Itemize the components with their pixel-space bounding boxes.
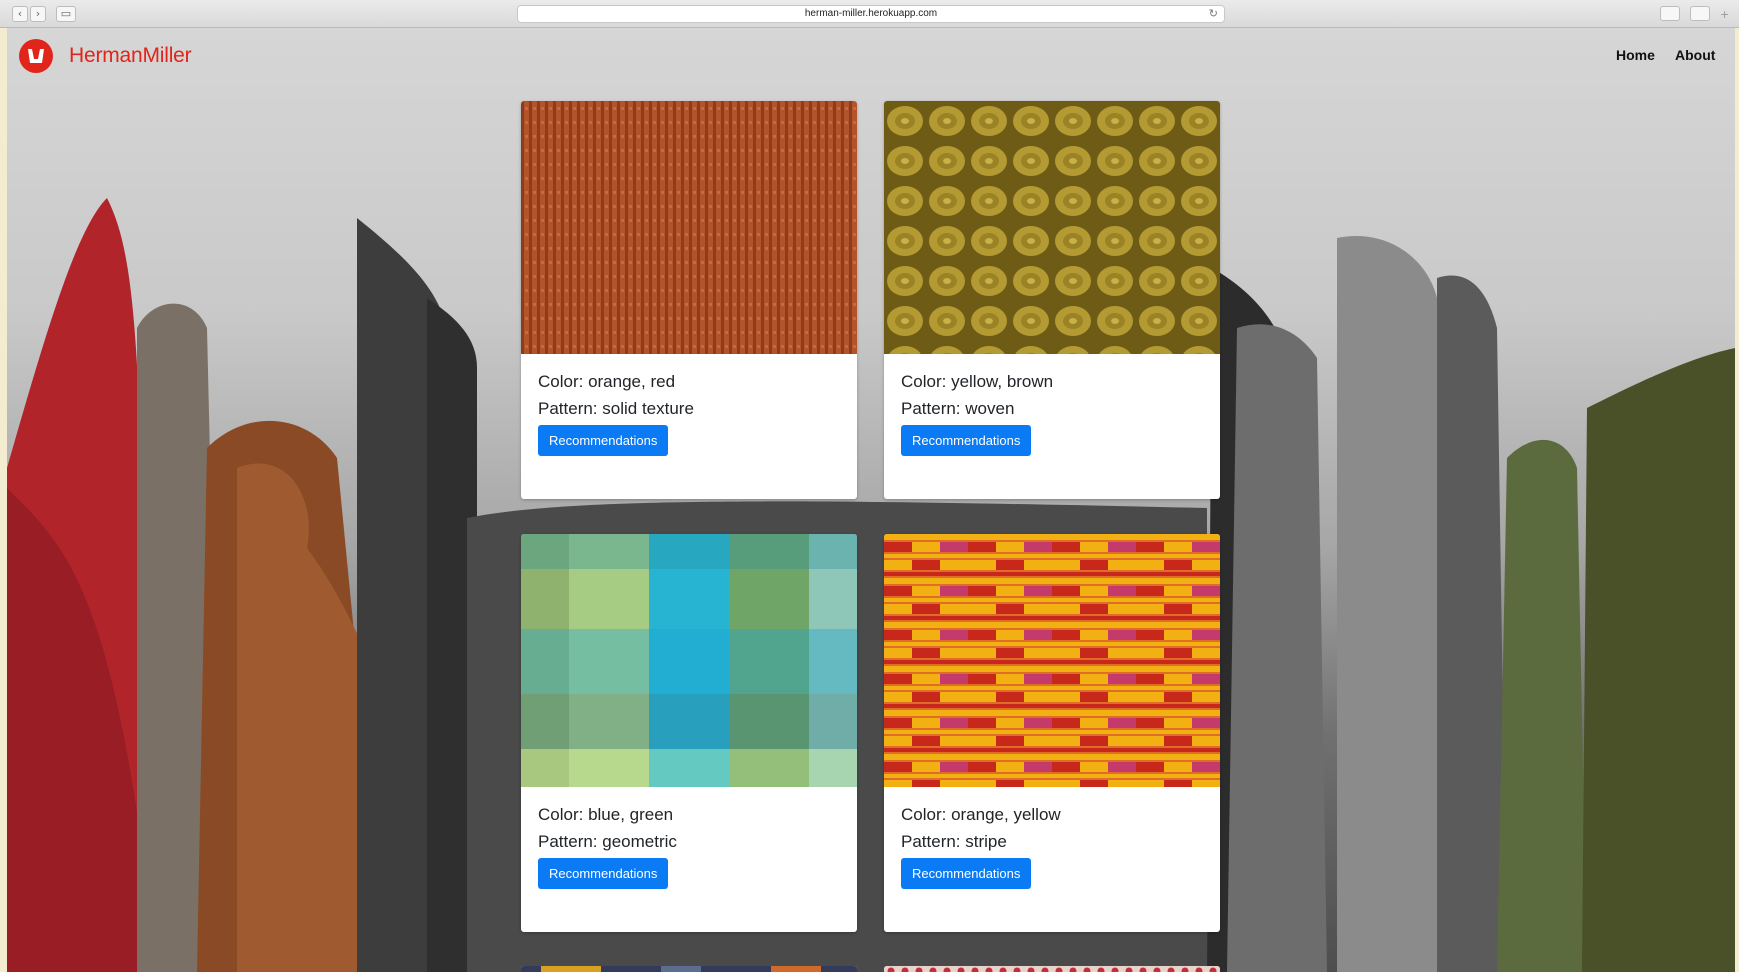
card-color-text: Color: blue, green: [538, 805, 674, 824]
recommendations-button[interactable]: Recommendations: [901, 425, 1032, 456]
card-pattern-text: Pattern: solid texture: [538, 399, 694, 418]
brand-logo[interactable]: HermanMiller: [69, 44, 192, 68]
address-bar[interactable]: herman-miller.herokuapp.com ↻: [517, 5, 1225, 23]
fabric-card: Color: orange, red Pattern: solid textur…: [521, 101, 857, 499]
nav-home-link[interactable]: Home: [1616, 47, 1655, 63]
fabric-swatch-image: [884, 966, 1220, 972]
recommendations-button[interactable]: Recommendations: [538, 858, 669, 889]
browser-toolbar: ‹ › ▭ herman-miller.herokuapp.com ↻ +: [0, 0, 1739, 28]
fabric-swatch-image: [884, 101, 1220, 354]
forward-icon[interactable]: ›: [30, 6, 46, 22]
fabric-swatch-image: [521, 966, 857, 972]
navbar: HermanMiller Home About: [7, 28, 1735, 84]
back-icon[interactable]: ‹: [12, 6, 28, 22]
fabric-card-partial: [521, 966, 857, 972]
fabric-rolls-background: [7, 198, 1735, 972]
fabric-card: Color: orange, yellow Pattern: stripe Re…: [884, 534, 1220, 932]
url-text: herman-miller.herokuapp.com: [804, 8, 938, 19]
fabric-swatch-image: [521, 534, 857, 787]
hermanmiller-logo-icon[interactable]: [19, 39, 53, 73]
card-color-text: Color: yellow, brown: [901, 372, 1054, 391]
fabric-swatch-image: [884, 534, 1220, 787]
card-color-text: Color: orange, red: [538, 372, 676, 391]
nav-about-link[interactable]: About: [1675, 47, 1715, 63]
share-icon[interactable]: [1660, 6, 1680, 21]
fabric-card: Color: blue, green Pattern: geometric Re…: [521, 534, 857, 932]
fabric-card-partial: [884, 966, 1220, 972]
card-pattern-text: Pattern: geometric: [538, 832, 677, 851]
recommendations-button[interactable]: Recommendations: [538, 425, 669, 456]
show-tabs-icon[interactable]: [1690, 6, 1710, 21]
fabric-swatch-image: [521, 101, 857, 354]
recommendations-button[interactable]: Recommendations: [901, 858, 1032, 889]
fabric-card: Color: yellow, brown Pattern: woven Reco…: [884, 101, 1220, 499]
card-color-text: Color: orange, yellow: [901, 805, 1061, 824]
card-pattern-text: Pattern: stripe: [901, 832, 1007, 851]
card-pattern-text: Pattern: woven: [901, 399, 1015, 418]
sidebar-toggle-icon[interactable]: ▭: [56, 6, 76, 22]
new-tab-icon[interactable]: +: [1720, 8, 1729, 21]
page-viewport: HermanMiller Home About Color: orange, r…: [7, 28, 1735, 972]
reload-icon[interactable]: ↻: [1209, 6, 1218, 22]
